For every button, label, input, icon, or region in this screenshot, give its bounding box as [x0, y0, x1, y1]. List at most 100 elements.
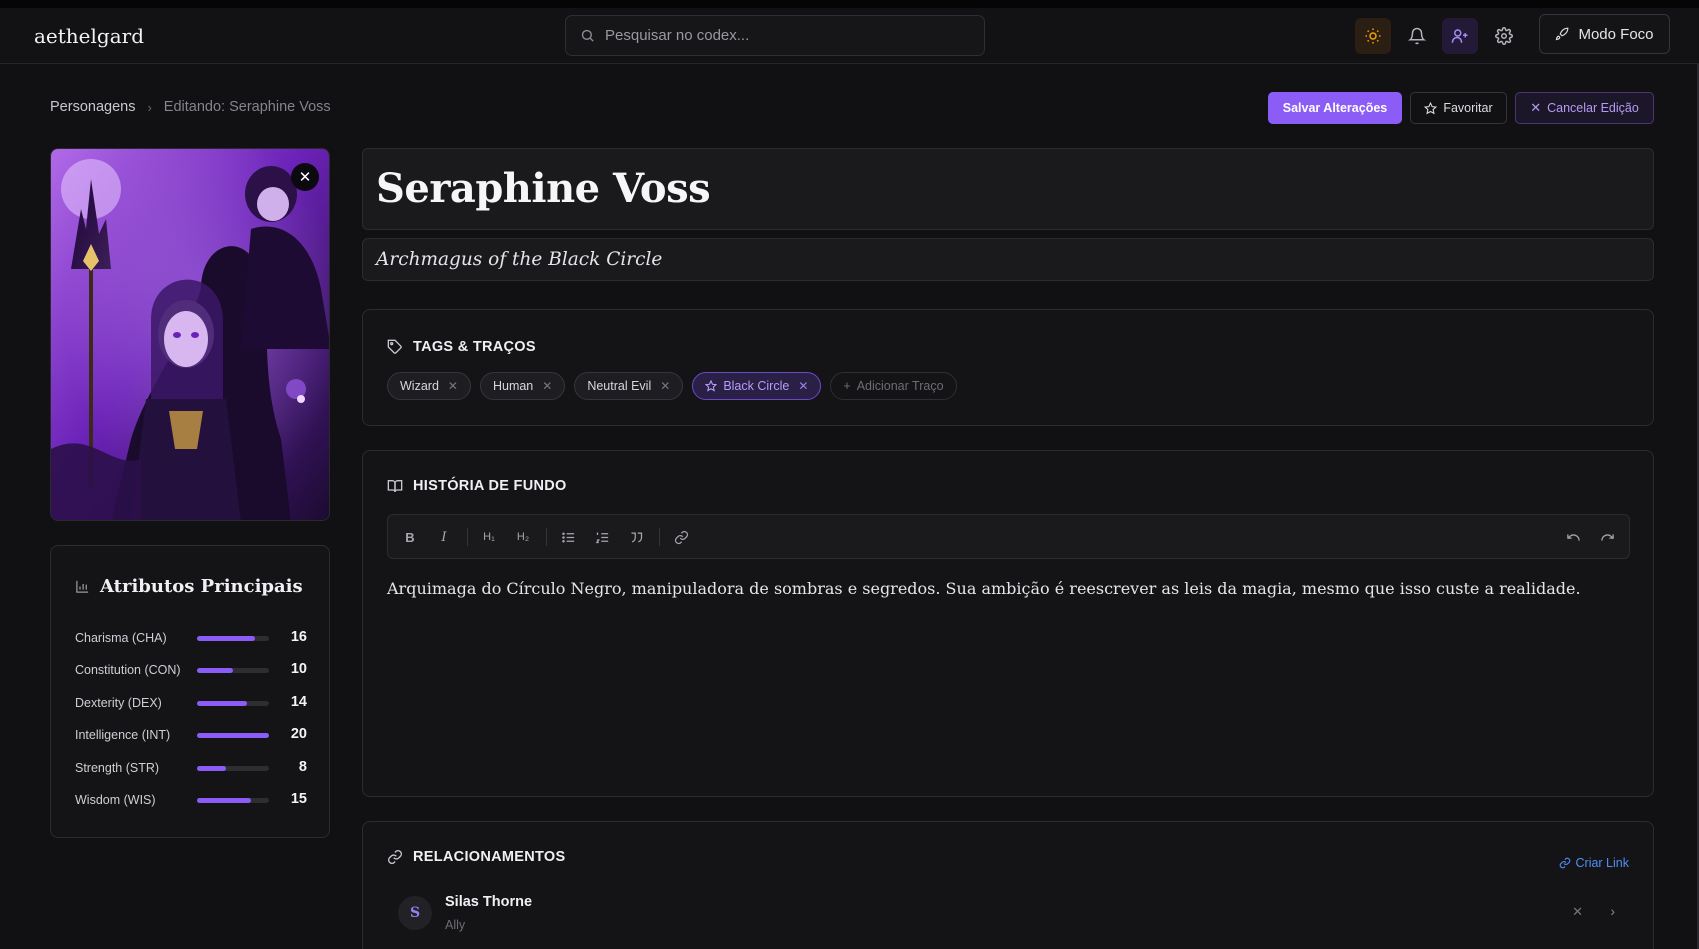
attribute-label: Wisdom (WIS) — [75, 793, 156, 807]
tag-chip[interactable]: Human ✕ — [479, 372, 566, 400]
remove-tag-icon[interactable]: ✕ — [798, 379, 808, 393]
save-changes-button[interactable]: Salvar Alterações — [1268, 92, 1402, 124]
close-icon: ✕ — [1530, 100, 1542, 115]
focus-mode-label: Modo Foco — [1578, 25, 1654, 43]
quote-icon[interactable] — [625, 526, 647, 548]
attributes-panel: Atributos Principais Charisma (CHA) 16 C… — [50, 545, 330, 838]
attribute-value: 15 — [290, 791, 307, 807]
settings-button[interactable] — [1486, 18, 1522, 54]
user-plus-icon — [1451, 29, 1468, 43]
italic-icon[interactable]: I — [433, 526, 455, 548]
breadcrumb-home-link[interactable]: Personagens — [50, 99, 135, 115]
link-icon — [388, 850, 402, 864]
avatar: S — [398, 896, 432, 930]
chevron-right-icon[interactable]: › — [1610, 903, 1615, 919]
remove-tag-icon[interactable]: ✕ — [660, 379, 670, 393]
attribute-value: 10 — [290, 661, 307, 677]
search-input[interactable]: Pesquisar no codex... — [605, 27, 749, 44]
remove-tag-icon[interactable]: ✕ — [448, 379, 458, 393]
cancel-edit-button[interactable]: ✕ Cancelar Edição — [1515, 92, 1654, 124]
attribute-label: Intelligence (INT) — [75, 728, 171, 742]
attribute-row-wis: Wisdom (WIS) 15 — [75, 790, 307, 810]
tag-icon — [387, 339, 402, 354]
bar-chart-icon — [76, 580, 89, 593]
attribute-bar — [197, 798, 269, 803]
add-user-button[interactable] — [1442, 18, 1478, 54]
gear-icon — [1495, 27, 1513, 45]
attribute-label: Strength (STR) — [75, 761, 160, 775]
tags-header: TAGS & TRAÇOS — [387, 339, 536, 355]
backstory-panel: HISTÓRIA DE FUNDO B I H₁ H₂ Arquimaga do… — [362, 450, 1654, 797]
backstory-header: HISTÓRIA DE FUNDO — [387, 478, 567, 494]
search-box[interactable]: Pesquisar no codex... — [565, 15, 985, 56]
theme-toggle-button[interactable] — [1355, 18, 1391, 54]
tag-label: Neutral Evil — [587, 379, 652, 393]
heading-1-icon[interactable]: H₁ — [478, 526, 500, 548]
favorite-label: Favoritar — [1443, 101, 1493, 115]
attribute-value: 8 — [298, 759, 307, 775]
star-icon — [705, 380, 718, 392]
toolbar-divider — [467, 528, 468, 546]
character-name-field[interactable]: Seraphine Voss — [362, 148, 1654, 230]
attribute-bar — [197, 701, 269, 706]
link-icon[interactable] — [670, 526, 692, 548]
relationship-role: Ally — [445, 918, 466, 932]
notifications-button[interactable] — [1399, 18, 1435, 54]
tag-chip-active[interactable]: Black Circle ✕ — [692, 372, 822, 400]
attribute-value: 14 — [290, 694, 307, 710]
tags-title: TAGS & TRAÇOS — [413, 339, 536, 355]
attribute-row-cha: Charisma (CHA) 16 — [75, 628, 307, 648]
breadcrumb-current: Editando: Seraphine Voss — [163, 99, 331, 115]
tag-chip[interactable]: Neutral Evil ✕ — [574, 372, 684, 400]
brand-logo[interactable]: aethelgard — [34, 24, 144, 48]
attribute-label: Charisma (CHA) — [75, 631, 167, 645]
attribute-row-int: Intelligence (INT) 20 — [75, 725, 307, 745]
editor-toolbar: B I H₁ H₂ — [387, 514, 1630, 559]
remove-image-button[interactable]: ✕ — [291, 163, 319, 191]
search-icon — [581, 29, 594, 42]
attribute-value: 16 — [290, 629, 307, 645]
character-name[interactable]: Seraphine Voss — [376, 165, 711, 212]
toolbar-divider — [546, 528, 547, 546]
add-trait-button[interactable]: + Adicionar Traço — [830, 372, 957, 400]
character-portrait[interactable]: ✕ — [50, 148, 330, 521]
backstory-text[interactable]: Arquimaga do Círculo Negro, manipuladora… — [387, 579, 1581, 598]
tag-label: Black Circle — [723, 379, 790, 393]
rocket-icon — [1556, 27, 1569, 41]
relationships-title: RELACIONAMENTOS — [413, 849, 566, 865]
tag-label: Wizard — [400, 379, 439, 393]
character-subtitle-field[interactable]: Archmagus of the Black Circle — [362, 238, 1654, 281]
attribute-bar — [197, 636, 269, 641]
close-icon: ✕ — [298, 169, 312, 186]
top-navbar: aethelgard Pesquisar no codex... Modo Fo… — [0, 8, 1699, 64]
cancel-edit-label: Cancelar Edição — [1547, 101, 1639, 115]
bold-icon[interactable]: B — [399, 526, 421, 548]
bullet-list-icon[interactable] — [557, 526, 579, 548]
heading-2-icon[interactable]: H₂ — [512, 526, 534, 548]
ordered-list-icon[interactable] — [591, 526, 613, 548]
attribute-row-str: Strength (STR) 8 — [75, 758, 307, 778]
focus-mode-button[interactable]: Modo Foco — [1539, 14, 1670, 54]
plus-icon: + — [843, 379, 851, 393]
book-open-icon — [387, 480, 403, 493]
character-subtitle[interactable]: Archmagus of the Black Circle — [376, 249, 662, 270]
attribute-row-con: Constitution (CON) 10 — [75, 660, 307, 680]
create-link-button[interactable]: Criar Link — [1559, 856, 1629, 870]
attribute-label: Dexterity (DEX) — [75, 696, 162, 710]
bell-icon — [1408, 27, 1426, 45]
relationship-name: Silas Thorne — [445, 894, 533, 910]
relationships-header: RELACIONAMENTOS — [387, 849, 565, 865]
attribute-bar — [197, 733, 269, 738]
remove-relationship-icon[interactable]: ✕ — [1572, 904, 1583, 920]
backstory-title: HISTÓRIA DE FUNDO — [413, 478, 567, 494]
attribute-bar — [197, 766, 269, 771]
tags-panel: TAGS & TRAÇOS Wizard ✕ Human ✕ Neutral Evi… — [362, 309, 1654, 426]
breadcrumb: Personagens › Editando: Seraphine Voss — [50, 99, 331, 115]
tag-chip[interactable]: Wizard ✕ — [387, 372, 471, 400]
remove-tag-icon[interactable]: ✕ — [542, 379, 552, 393]
favorite-button[interactable]: Favoritar — [1410, 92, 1507, 124]
redo-icon[interactable] — [1596, 526, 1618, 548]
undo-icon[interactable] — [1562, 526, 1584, 548]
attribute-row-dex: Dexterity (DEX) 14 — [75, 693, 307, 713]
attribute-label: Constitution (CON) — [75, 663, 181, 677]
